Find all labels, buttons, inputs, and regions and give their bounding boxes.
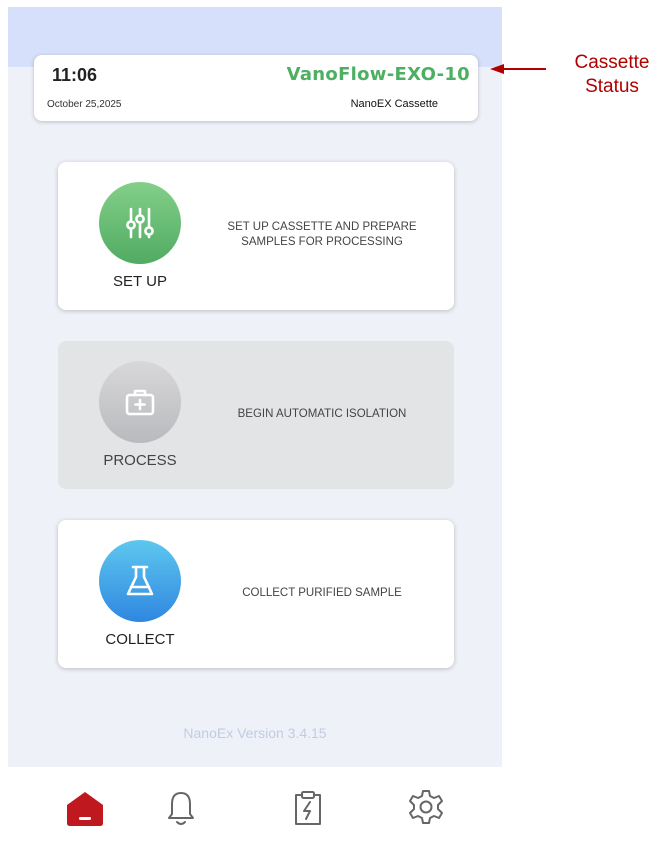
process-title: PROCESS (103, 452, 177, 469)
nav-settings[interactable] (406, 787, 446, 827)
bell-icon (168, 792, 194, 825)
nav-home[interactable] (65, 787, 105, 827)
home-icon (67, 792, 103, 826)
collect-card[interactable]: COLLECT COLLECT PURIFIED SAMPLE (58, 520, 454, 668)
clock-time: 11:06 (52, 65, 98, 85)
collect-circle (99, 540, 181, 622)
annotation-line1: Cassette (574, 52, 650, 73)
nav-notifications[interactable] (161, 787, 201, 827)
setup-description: SET UP CASSETTE AND PREPARE SAMPLES FOR … (227, 221, 417, 248)
current-date: October 25,2025 (47, 99, 122, 110)
annotation-arrow-icon (490, 64, 546, 74)
gear-icon (409, 790, 443, 824)
process-card[interactable]: PROCESS BEGIN AUTOMATIC ISOLATION (58, 341, 454, 489)
device-name: VanoFlow-EXO-10 (286, 64, 470, 85)
setup-title: SET UP (113, 273, 167, 290)
annotation-label: Cassette Status (562, 51, 662, 99)
medical-kit-icon (125, 389, 155, 416)
bottom-nav (0, 767, 662, 845)
app-screen: 11:06 October 25,2025 VanoFlow-EXO-10 Na… (8, 7, 502, 767)
process-description: BEGIN AUTOMATIC ISOLATION (237, 408, 407, 420)
sliders-icon (126, 207, 154, 239)
nav-reports[interactable] (288, 787, 328, 827)
setup-circle (99, 182, 181, 264)
cassette-status-card: 11:06 October 25,2025 VanoFlow-EXO-10 Na… (34, 55, 478, 121)
cassette-type: NanoEX Cassette (350, 98, 438, 110)
version-label: NanoEx Version 3.4.15 (183, 725, 327, 741)
process-circle (99, 361, 181, 443)
collect-description: COLLECT PURIFIED SAMPLE (242, 587, 402, 599)
clipboard-bolt-icon (295, 791, 321, 825)
setup-card[interactable]: SET UP SET UP CASSETTE AND PREPARE SAMPL… (58, 162, 454, 310)
annotation-line2: Status (585, 76, 639, 97)
collect-title: COLLECT (105, 631, 175, 648)
flask-icon (126, 565, 154, 596)
